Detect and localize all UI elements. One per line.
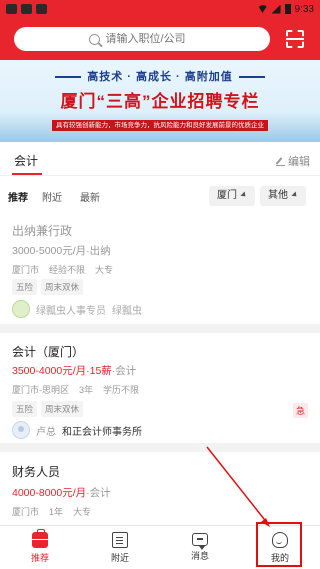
message-icon <box>192 533 208 550</box>
status-time: 9:33 <box>294 3 314 15</box>
job-meta: 厦门市 经验不限 大专 <box>12 265 114 275</box>
job-title: 财务人员 <box>12 465 61 479</box>
avatar <box>12 421 30 439</box>
company-logo <box>12 300 30 318</box>
promo-banner[interactable]: 高技术 · 高成长 · 高附加值 厦门“三高”企业招聘专栏 具有较强创新能力，市… <box>0 60 320 142</box>
notification-icons <box>6 4 47 14</box>
job-card[interactable]: 出纳兼行政 3000-5000元/月·出纳 厦门市 经验不限 大专 五险 周末双… <box>0 214 320 324</box>
job-meta: 厦门市 1年 大专 <box>12 507 92 517</box>
job-salary: 3000-5000元/月·出纳 <box>12 245 111 257</box>
banner-tagline: 高技术 · 高成长 · 高附加值 <box>87 71 233 83</box>
filter-row: 推荐 附近 最新 厦门 其他 <box>0 176 320 214</box>
scan-icon[interactable] <box>286 30 304 48</box>
dropdown-arrow-icon <box>240 191 248 199</box>
document-icon <box>112 531 128 548</box>
urgent-badge: 急 <box>292 403 308 418</box>
edit-button[interactable]: 编辑 <box>276 153 310 169</box>
search-input[interactable] <box>105 33 196 45</box>
nav-recommend[interactable]: 推荐 <box>0 526 80 569</box>
job-card[interactable]: 会计（厦门） 3500-4000元/月·15薪·会计 厦门市-思明区 3年 学历… <box>0 333 320 443</box>
battery-icon <box>284 4 291 14</box>
filter-tab-recommend[interactable]: 推荐 <box>8 189 28 204</box>
wifi-icon <box>257 5 268 13</box>
other-dropdown[interactable]: 其他 <box>260 186 306 206</box>
nav-messages[interactable]: 消息 <box>160 526 240 569</box>
signal-icon <box>271 4 281 14</box>
job-tags: 五险 周末双休 <box>12 401 84 417</box>
nav-nearby[interactable]: 附近 <box>80 526 160 569</box>
job-recruiter: 绿瓢虫人事专员 绿瓢虫 <box>12 300 142 318</box>
filter-tab-nearby[interactable]: 附近 <box>42 189 62 204</box>
tab-accounting[interactable]: 会计 <box>14 152 38 169</box>
job-salary: 3500-4000元/月·15薪·会计 <box>12 365 137 377</box>
job-title: 出纳兼行政 <box>12 224 73 238</box>
job-recruiter: 卢总 和正会计师事务所 <box>12 421 142 439</box>
job-tags: 五险 周末双休 <box>12 279 84 295</box>
category-tabs: 会计 编辑 <box>0 142 320 176</box>
job-meta: 厦门市-思明区 3年 学历不限 <box>12 385 140 395</box>
dropdown-arrow-icon <box>291 191 299 199</box>
pencil-icon <box>276 157 285 166</box>
job-title: 会计（厦门） <box>12 345 85 359</box>
briefcase-icon <box>32 528 48 548</box>
highlight-box <box>256 522 302 567</box>
banner-title: 厦门“三高”企业招聘专栏 <box>60 92 260 111</box>
city-dropdown[interactable]: 厦门 <box>209 186 255 206</box>
filter-tab-latest[interactable]: 最新 <box>80 189 100 204</box>
banner-subtitle: 具有较强创新能力，市场竞争力，抗风险能力和良好发展前景的优质企业 <box>52 120 268 131</box>
job-salary: 4000-8000元/月·会计 <box>12 487 111 499</box>
job-card[interactable]: 财务人员 4000-8000元/月·会计 厦门市 1年 大专 <box>0 452 320 525</box>
status-bar: 9:33 <box>0 0 320 18</box>
search-icon <box>88 33 100 45</box>
search-header <box>0 18 320 60</box>
search-bar[interactable] <box>14 27 270 51</box>
